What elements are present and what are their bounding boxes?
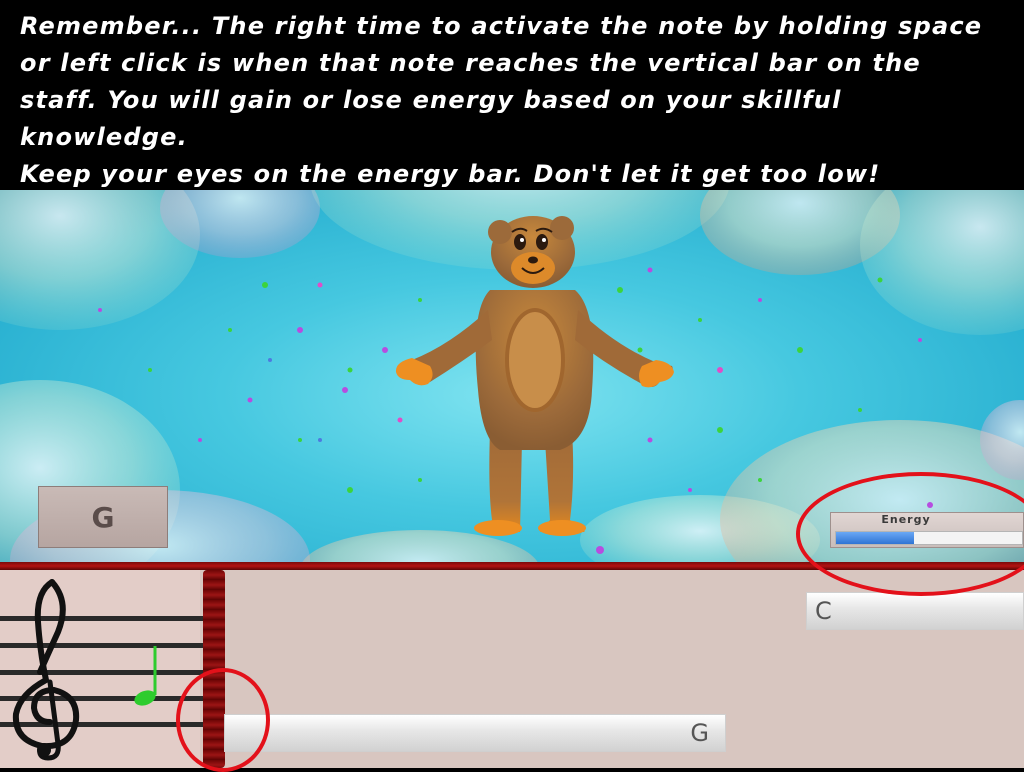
instruction-line: or left click is when that note reaches …: [20, 49, 921, 77]
instruction-line: staff. You will gain or lose energy base…: [20, 86, 842, 151]
note-bar: C: [806, 592, 1024, 630]
current-note-card: G: [38, 486, 168, 548]
instruction-line: Remember... The right time to activate t…: [20, 12, 983, 40]
instruction-banner: Remember... The right time to activate t…: [0, 0, 1024, 190]
bubble: [860, 190, 1024, 335]
note-bar: G: [224, 714, 726, 752]
treble-clef-icon: [12, 579, 80, 761]
instruction-text: Remember... The right time to activate t…: [20, 8, 1010, 193]
note-bar-label: G: [690, 719, 709, 747]
quarter-note-icon: [134, 646, 157, 706]
bear-character: [395, 216, 674, 536]
instruction-line: Keep your eyes on the energy bar. Don't …: [20, 160, 881, 188]
note-bar-label: C: [815, 597, 832, 625]
current-note-label: G: [91, 500, 115, 534]
hit-bar-highlight-circle: [176, 668, 270, 772]
